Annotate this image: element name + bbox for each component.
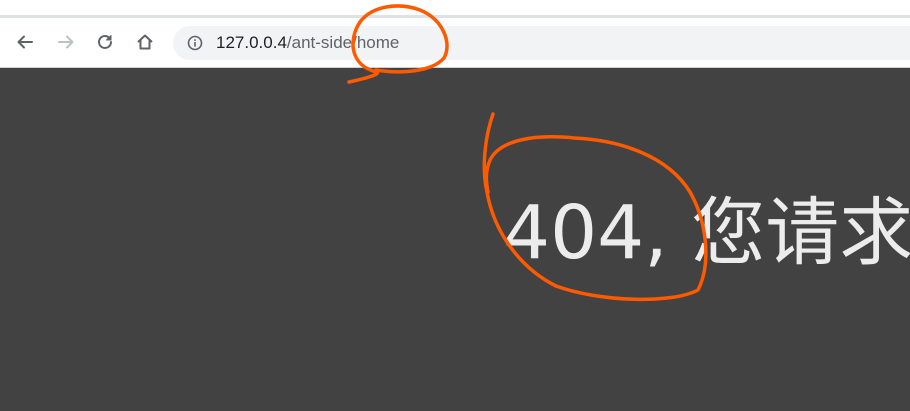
tab-strip <box>0 0 910 18</box>
reload-icon <box>98 35 112 49</box>
page-content: 404, 您请求 <box>0 68 910 411</box>
url-path: /ant-side/home <box>286 33 400 52</box>
forward-button[interactable] <box>54 30 78 54</box>
back-button[interactable] <box>13 30 37 54</box>
home-icon <box>137 34 153 50</box>
error-message: 404, 您请求 <box>503 190 910 276</box>
reload-button[interactable] <box>93 30 117 54</box>
url-host: 127.0.0.4 <box>216 33 287 52</box>
arrow-right-icon <box>58 35 74 49</box>
address-bar[interactable]: 127.0.0.4/ant-side/home <box>173 26 910 60</box>
arrow-left-icon <box>17 35 33 49</box>
url-text[interactable]: 127.0.0.4/ant-side/home <box>216 33 399 53</box>
home-button[interactable] <box>133 30 157 54</box>
info-circle-icon[interactable] <box>187 35 203 51</box>
browser-toolbar: 127.0.0.4/ant-side/home <box>0 18 910 68</box>
